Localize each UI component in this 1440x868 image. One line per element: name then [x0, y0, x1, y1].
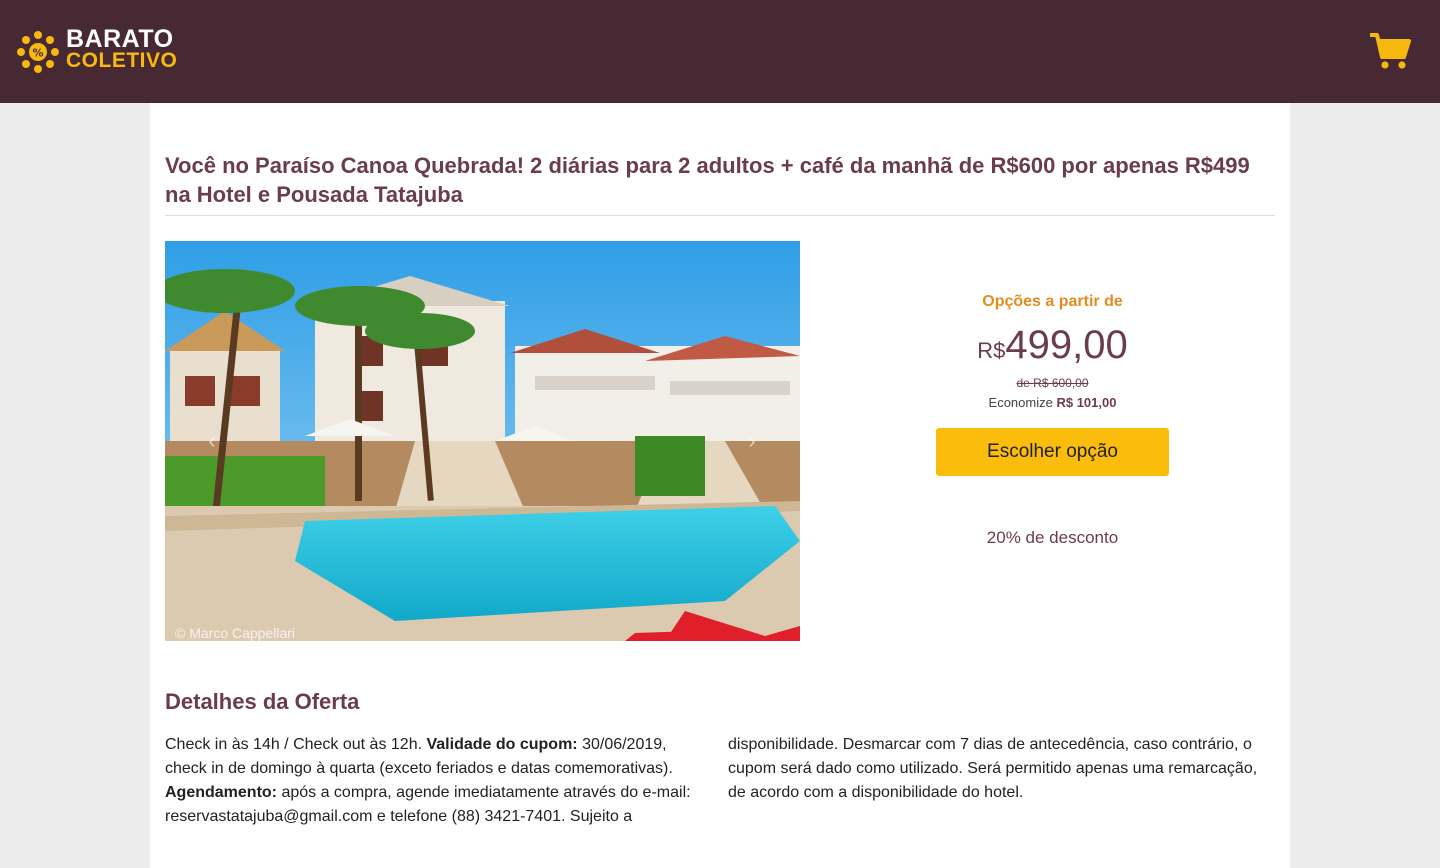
logo-line1: BARATO — [66, 25, 174, 53]
shopping-cart-icon[interactable] — [1368, 30, 1412, 72]
price: R$499,00 — [820, 323, 1285, 368]
details-column-2: disponibilidade. Desmarcar com 7 dias de… — [728, 736, 1258, 801]
offer-box: Opções a partir de R$499,00 de R$ 600,00… — [820, 241, 1285, 641]
deal-photo[interactable]: ‹ › © Marco Cappellari — [165, 241, 800, 641]
savings-label: Economize — [988, 395, 1053, 410]
deal-title: Você no Paraíso Canoa Quebrada! 2 diária… — [165, 153, 1250, 207]
details-text-1: Check in às 14h / Check out às 12h. — [165, 736, 427, 753]
logo-line2: COLETIVO — [66, 49, 178, 72]
hotel-pool-image — [165, 241, 800, 641]
savings-value: R$ 101,00 — [1056, 395, 1117, 410]
site-header: % BARATO COLETIVO — [0, 0, 1440, 103]
scheduling-label: Agendamento: — [165, 784, 277, 801]
logo-mark-icon: % — [17, 31, 59, 73]
title-divider — [165, 215, 1275, 216]
next-slide-arrow[interactable]: › — [743, 429, 761, 453]
original-price: de R$ 600,00 — [1016, 376, 1089, 390]
photo-credit: © Marco Cappellari — [175, 625, 296, 641]
prev-slide-arrow[interactable]: ‹ — [203, 429, 221, 453]
deal-panel: Você no Paraíso Canoa Quebrada! 2 diária… — [150, 103, 1290, 868]
brand-logo[interactable]: % BARATO COLETIVO — [16, 25, 196, 76]
price-currency: R$ — [977, 338, 1006, 363]
logo-wordmark: BARATO COLETIVO — [66, 25, 178, 72]
options-from-label: Opções a partir de — [982, 293, 1123, 310]
details-title: Detalhes da Oferta — [165, 689, 360, 714]
choose-option-button[interactable]: Escolher opção — [936, 428, 1169, 476]
discount-label: 20% de desconto — [986, 528, 1119, 547]
coupon-validity-label: Validade do cupom: — [426, 736, 578, 753]
price-value: 499,00 — [1005, 323, 1128, 367]
details-column-1: Check in às 14h / Check out às 12h. Vali… — [165, 733, 710, 829]
svg-text:%: % — [32, 47, 43, 60]
savings: Economize R$ 101,00 — [820, 395, 1285, 410]
